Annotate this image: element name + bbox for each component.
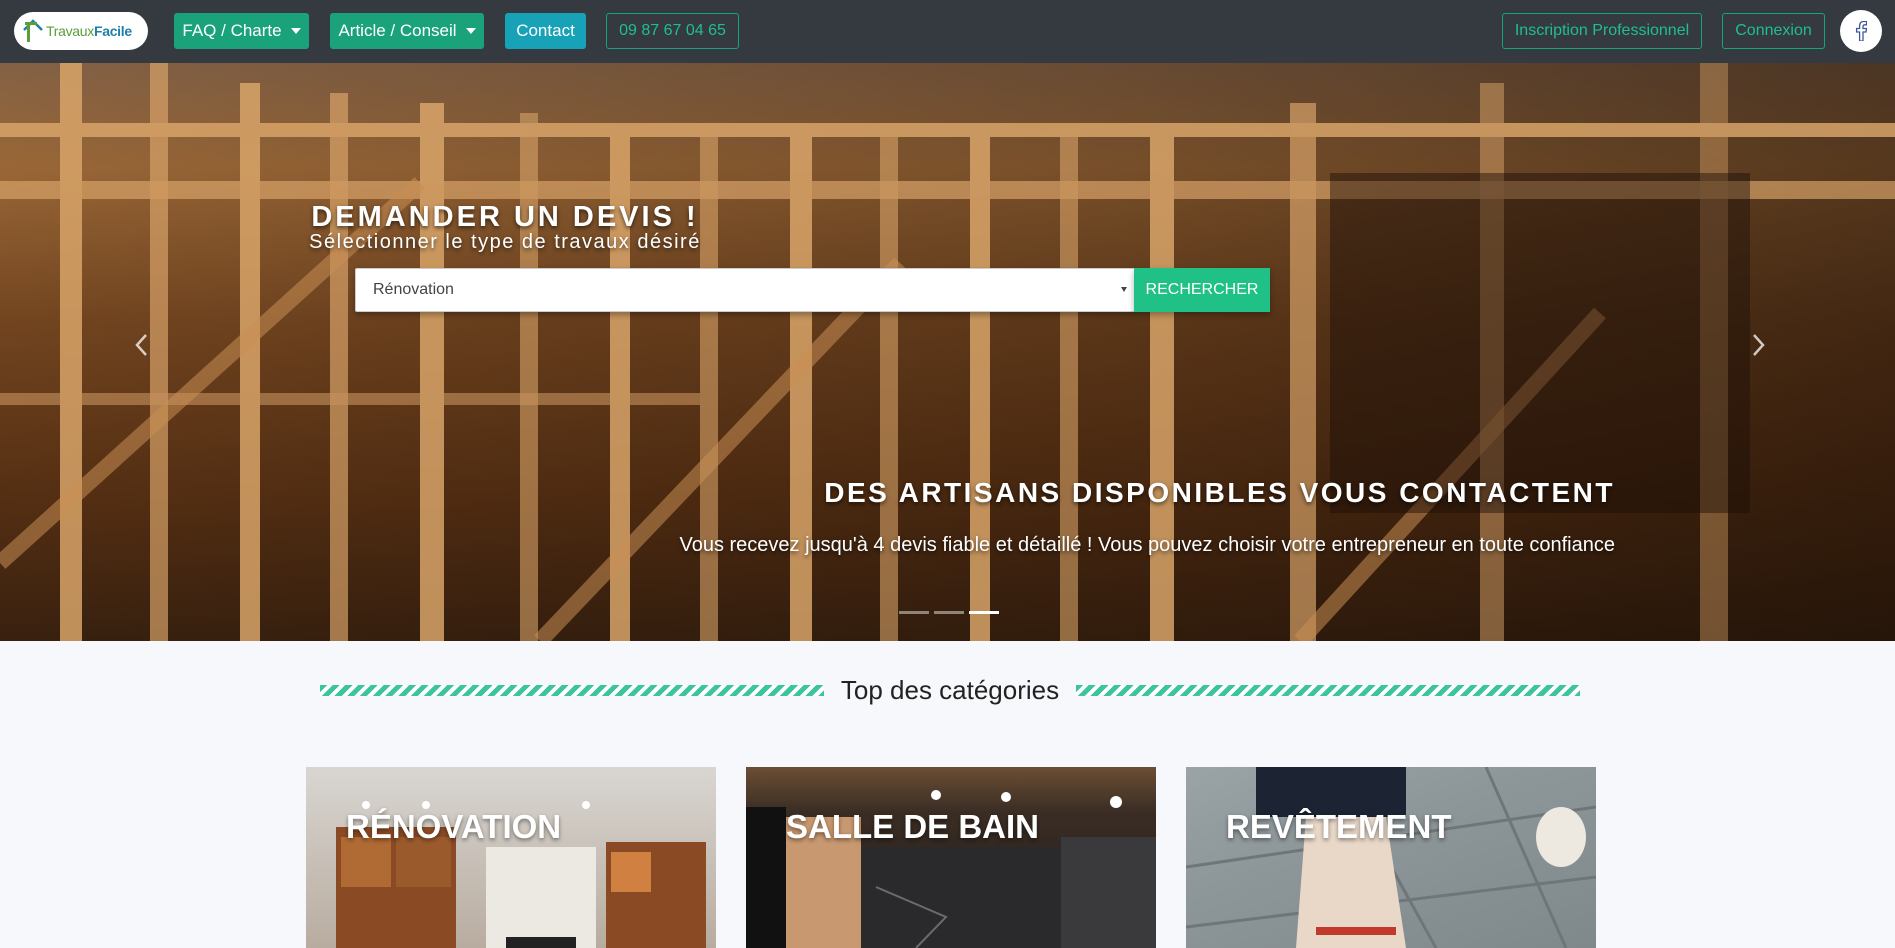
hero-subtitle: Sélectionner le type de travaux désiré [309,231,701,253]
select-arrow-icon [1121,287,1127,292]
carousel-caption-title: DES ARTISANS DISPONIBLES VOUS CONTACTENT [824,477,1615,508]
chevron-left-icon [135,334,147,356]
carousel-indicator-1[interactable] [899,611,929,614]
connexion-label: Connexion [1735,22,1812,39]
contact-label: Contact [516,21,575,40]
site-logo[interactable]: TravauxFacile [14,12,148,50]
categories-heading: Top des catégories [320,672,1580,708]
category-label: RÉNOVATION [346,808,562,845]
rechercher-button[interactable]: RECHERCHER [1134,268,1270,312]
categories-title: Top des catégories [840,674,1060,705]
heading-stripe-left [320,684,824,696]
faq-dropdown-button[interactable]: FAQ / Charte [174,13,309,49]
contact-button[interactable]: Contact [505,13,586,49]
carousel-prev-button[interactable] [134,333,148,362]
carousel-caption-text: Vous recevez jusqu'à 4 devis fiable et d… [679,534,1615,556]
revetement-image [1186,767,1596,948]
travaux-type-select[interactable]: Rénovation [355,268,1135,312]
inscription-label: Inscription Professionnel [1514,22,1690,39]
top-navbar: TravauxFacile FAQ / Charte Article / Con… [0,0,1895,63]
carousel-indicator-2[interactable] [934,611,964,614]
facebook-button[interactable] [1840,10,1882,52]
caret-down-icon [290,28,301,34]
caret-down-icon [465,28,476,34]
inscription-professionnel-button[interactable]: Inscription Professionnel [1502,13,1702,49]
hero-carousel: DEMANDER UN DEVIS ! Sélectionner le type… [0,63,1895,641]
article-dropdown-button[interactable]: Article / Conseil [330,13,484,49]
select-value: Rénovation [373,281,454,298]
faq-label: FAQ / Charte [182,21,282,40]
logo-text-facile: Facile [93,23,132,39]
logo-text-travaux: Travaux [46,23,94,39]
facebook-icon [1855,21,1867,41]
house-logo-icon [23,19,43,42]
heading-stripe-right [1076,684,1580,696]
carousel-next-button[interactable] [1752,333,1766,362]
renovation-image [336,801,706,948]
category-label: SALLE DE BAIN [786,808,1040,845]
carousel-indicator-3[interactable] [969,611,999,614]
chevron-right-icon [1753,334,1765,356]
category-card-renovation[interactable]: RÉNOVATION [306,767,716,948]
category-label: REVÊTEMENT [1226,808,1452,845]
salle-de-bain-image [746,790,1156,948]
connexion-button[interactable]: Connexion [1722,13,1825,49]
carousel-indicators [899,611,999,614]
phone-button[interactable]: 09 87 67 04 65 [606,13,739,49]
category-card-salle-de-bain[interactable]: SALLE DE BAIN [746,767,1156,948]
hero-title: DEMANDER UN DEVIS ! [311,201,699,233]
article-label: Article / Conseil [338,21,457,40]
phone-number: 09 87 67 04 65 [619,22,726,39]
category-card-revetement[interactable]: REVÊTEMENT [1186,767,1596,948]
rechercher-label: RECHERCHER [1145,281,1259,298]
